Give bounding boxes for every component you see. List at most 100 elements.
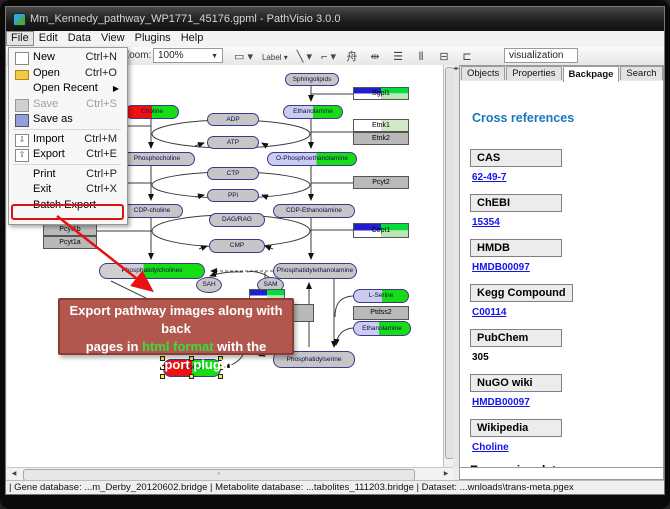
tab-properties[interactable]: Properties — [506, 66, 561, 80]
file-menu-item-print[interactable]: Print Ctrl+P — [11, 167, 123, 182]
batch-export-highlight-box — [11, 204, 124, 220]
app-icon — [13, 13, 26, 26]
menu-plugins[interactable]: Plugins — [130, 31, 176, 46]
node-sgpl1[interactable]: Sgpl1 — [353, 87, 409, 100]
selection-handle[interactable] — [189, 374, 194, 379]
cross-references-heading: Cross references — [472, 111, 574, 125]
xref-header-kegg-compound: Kegg Compound — [470, 284, 573, 302]
node-pcyt1a[interactable]: Pcyt1a — [43, 236, 97, 249]
xref-link[interactable]: Choline — [472, 442, 509, 453]
backpage-content: Cross references CAS62-49-7ChEBI15354HMD… — [460, 81, 663, 468]
common-width-icon[interactable]: ⊟ — [437, 50, 451, 63]
align-middle-icon[interactable]: ⇹ — [368, 50, 382, 63]
node-cmp[interactable]: CMP — [209, 239, 265, 253]
new-icon — [15, 52, 29, 65]
save-gray-icon — [15, 99, 29, 112]
file-menu-item-open-recent[interactable]: Open Recent▶ — [11, 81, 123, 96]
xref-header-cas: CAS — [470, 149, 562, 167]
file-menu-item-import[interactable]: ⇩ImportCtrl+M — [11, 132, 123, 147]
file-menu-item-save-as[interactable]: Save as — [11, 112, 123, 127]
node-cdp-ethanolamine[interactable]: CDP-Ethanolamine — [273, 204, 355, 218]
side-panel-tabs: ObjectsPropertiesBackpageSearchLegend — [460, 66, 663, 81]
node-ethanolamine-bottom[interactable]: Ethanolamine — [353, 321, 411, 336]
menu-item-shortcut: Ctrl+M — [84, 132, 117, 147]
xref-link[interactable]: C00114 — [472, 307, 506, 318]
menu-data[interactable]: Data — [63, 31, 96, 46]
node-dag-rag[interactable]: DAG/RAG — [209, 213, 265, 227]
xref-link[interactable]: HMDB00097 — [472, 397, 530, 408]
file-menu-item-export[interactable]: ⇧ExportCtrl+E — [11, 147, 123, 162]
xref-header-wikipedia: Wikipedia — [470, 419, 562, 437]
node-ptdss2[interactable]: Ptdss2 — [353, 306, 409, 320]
xref-header-hmdb: HMDB — [470, 239, 562, 257]
node-phosphatidylcholines[interactable]: Phosphatidylcholines — [99, 263, 205, 279]
file-menu-item-save[interactable]: SaveCtrl+S — [11, 97, 123, 112]
scroll-right-icon[interactable]: ▶ — [440, 469, 452, 479]
xref-link[interactable]: 15354 — [472, 217, 500, 228]
file-menu-item-exit[interactable]: Exit Ctrl+X — [11, 182, 123, 197]
node-sphingolipids[interactable]: Sphingolipids — [285, 73, 339, 86]
align-center-icon[interactable]: 舟 — [345, 48, 359, 64]
node-o-phosphoethanolamine[interactable]: O-Phosphoethanolamine — [267, 152, 357, 166]
submenu-arrow-icon: ▶ — [113, 81, 119, 96]
node-adp[interactable]: ADP — [207, 113, 259, 126]
datanode-dropdown[interactable]: ▭ ▾ — [234, 50, 253, 63]
xref-link[interactable]: HMDB00097 — [472, 262, 530, 273]
canvas-vertical-scrollbar[interactable] — [443, 65, 453, 467]
menu-item-label: New — [33, 50, 55, 65]
node-phosphocholine[interactable]: Phosphocholine — [119, 152, 195, 166]
title-bar[interactable]: Mm_Kennedy_pathway_WP1771_45176.gpml - P… — [6, 7, 664, 31]
menu-item-shortcut: Ctrl+X — [86, 182, 117, 197]
file-menu-item-new[interactable]: New Ctrl+N — [11, 50, 123, 65]
connector-dropdown[interactable]: ⌐ ▾ — [321, 50, 336, 63]
annotation-callout: Export pathway images along with back pa… — [58, 298, 294, 355]
node-ppi[interactable]: PPi — [207, 189, 259, 202]
node-atp[interactable]: ATP — [207, 136, 259, 149]
menu-item-shortcut: Ctrl+S — [86, 97, 117, 112]
canvas-horizontal-scrollbar[interactable]: ◀ ≡ ▶ — [7, 467, 453, 480]
node-pcyt2[interactable]: Pcyt2 — [353, 176, 409, 189]
menu-help[interactable]: Help — [176, 31, 209, 46]
stack-vertical-icon[interactable]: ⫴ — [414, 51, 428, 64]
tab-backpage[interactable]: Backpage — [563, 66, 620, 82]
stack-horizontal-icon[interactable]: ☰ — [391, 50, 405, 63]
callout-line1: Export pathway images along with back — [60, 302, 292, 338]
xref-value: 305 — [472, 352, 489, 363]
line-dropdown[interactable]: ╲ ▾ — [297, 50, 312, 63]
menu-item-label: Save as — [33, 112, 73, 127]
menu-item-label: Print — [33, 167, 56, 182]
toolbar-icons: ▭ ▾ Label ▾ ╲ ▾ ⌐ ▾ 舟 ⇹ ☰ ⫴ ⊟ ⊏ — [234, 48, 483, 64]
scroll-left-icon[interactable]: ◀ — [8, 469, 20, 479]
node-etnk1[interactable]: Etnk1 — [353, 119, 409, 132]
menu-item-label: Exit — [33, 182, 51, 197]
selection-handle[interactable] — [160, 374, 165, 379]
xref-link[interactable]: 62-49-7 — [472, 172, 506, 183]
zoom-combobox[interactable]: 100%▼ — [153, 48, 223, 63]
menu-view[interactable]: View — [96, 31, 130, 46]
screenshot-root: Mm_Kennedy_pathway_WP1771_45176.gpml - P… — [0, 0, 670, 509]
visualization-combobox[interactable]: visualization▼ — [504, 48, 578, 63]
node-etnk2[interactable]: Etnk2 — [353, 132, 409, 145]
node-sah[interactable]: SAH — [196, 277, 222, 293]
common-height-icon[interactable]: ⊏ — [460, 50, 474, 63]
tab-objects[interactable]: Objects — [461, 66, 505, 80]
menu-file[interactable]: File — [6, 31, 34, 46]
node-cdp-choline[interactable]: CDP-choline — [121, 204, 183, 218]
panel-bottom-strip — [459, 467, 664, 480]
menu-item-shortcut: Ctrl+P — [86, 167, 117, 182]
save-icon — [15, 114, 29, 127]
node-ethanolamine-top[interactable]: Ethanolamine — [283, 105, 343, 119]
file-menu-dropdown: New Ctrl+NOpenCtrl+OOpen Recent▶SaveCtrl+… — [8, 47, 128, 225]
file-menu-item-open[interactable]: OpenCtrl+O — [11, 66, 123, 81]
tab-search[interactable]: Search — [620, 66, 662, 80]
selection-handle[interactable] — [218, 374, 223, 379]
node-phosphatidylethanolamine[interactable]: Phosphatidylethanolamine — [273, 263, 357, 279]
node-cept1[interactable]: Cept1 — [353, 223, 409, 238]
menu-separator — [13, 129, 121, 130]
menu-item-shortcut: Ctrl+N — [86, 50, 117, 65]
node-l-serine[interactable]: L-Serine — [353, 289, 409, 303]
node-choline-top[interactable]: Choline — [125, 105, 179, 119]
node-ctp[interactable]: CTP — [207, 167, 259, 180]
menu-edit[interactable]: Edit — [34, 31, 63, 46]
label-dropdown[interactable]: Label ▾ — [262, 53, 288, 62]
